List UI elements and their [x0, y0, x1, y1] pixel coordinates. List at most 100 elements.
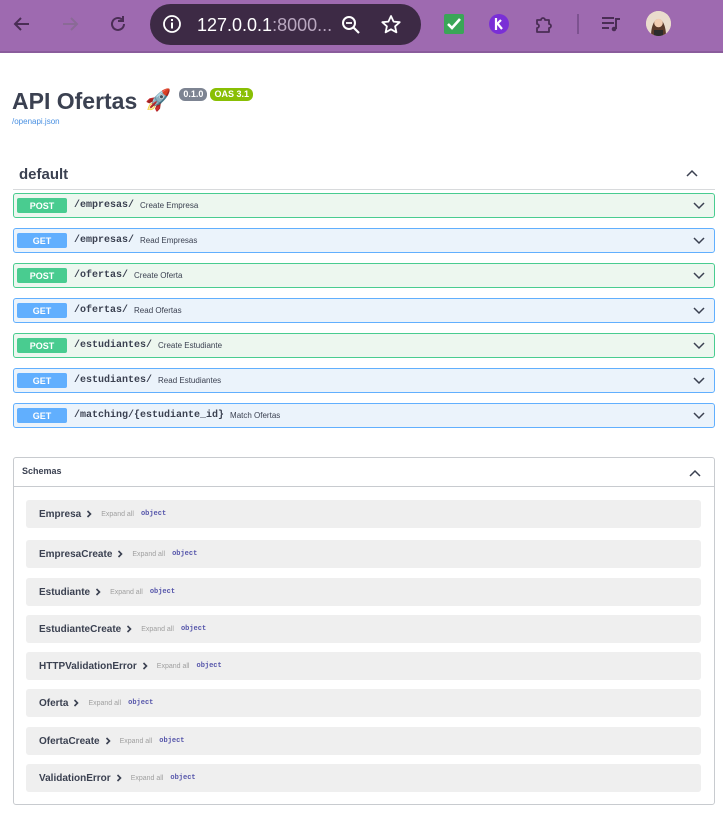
chevron-right-icon[interactable]: [85, 510, 93, 518]
default-section-header[interactable]: default: [13, 158, 715, 190]
openapi-json-link[interactable]: /openapi.json: [12, 117, 60, 126]
method-badge: POST: [17, 268, 67, 283]
rocket-emoji: 🚀: [145, 89, 172, 112]
chevron-down-icon[interactable]: [692, 374, 706, 388]
browser-toolbar: 127.0.0.1:8000...: [0, 0, 723, 53]
operation-summary: Read Ofertas: [134, 306, 182, 315]
chevron-down-icon[interactable]: [692, 234, 706, 248]
chevron-down-icon[interactable]: [692, 409, 706, 423]
operation-summary: Read Empresas: [140, 236, 198, 245]
chevron-down-icon[interactable]: [692, 304, 706, 318]
extension-check-icon[interactable]: [443, 13, 465, 35]
section-title: default: [19, 166, 69, 183]
operation-summary: Match Ofertas: [230, 411, 281, 420]
url-rest: :8000...: [272, 15, 333, 35]
chevron-up-icon[interactable]: [688, 466, 702, 480]
schema-name: Empresa: [39, 508, 82, 520]
expand-all-link[interactable]: Expand all: [88, 700, 121, 707]
chevron-up-icon[interactable]: [685, 166, 699, 180]
operation-row[interactable]: POST /ofertas/ Create Oferta: [13, 263, 715, 288]
operation-row[interactable]: GET /empresas/ Read Empresas: [13, 228, 715, 253]
url-text[interactable]: 127.0.0.1:8000...: [197, 15, 332, 36]
operation-path: /estudiantes/: [74, 340, 153, 351]
operation-row[interactable]: GET /estudiantes/ Read Estudiantes: [13, 368, 715, 393]
operation-path: /empresas/: [74, 235, 135, 246]
toolbar-separator: [577, 14, 579, 34]
method-badge: GET: [17, 408, 67, 423]
operation-path: /ofertas/: [74, 305, 129, 316]
chevron-right-icon[interactable]: [141, 662, 149, 670]
schema-name: Oferta: [39, 697, 69, 709]
chevron-down-icon[interactable]: [692, 199, 706, 213]
schema-type: object: [140, 510, 167, 518]
operation-summary: Read Estudiantes: [158, 376, 222, 385]
operation-row[interactable]: POST /empresas/ Create Empresa: [13, 193, 715, 218]
profile-avatar[interactable]: [646, 11, 671, 36]
operation-path: /matching/{estudiante_id}: [74, 410, 225, 421]
expand-all-link[interactable]: Expand all: [132, 551, 165, 558]
schema-type: object: [159, 737, 185, 745]
chevron-down-icon[interactable]: [692, 339, 706, 353]
chevron-right-icon[interactable]: [125, 625, 133, 633]
expand-all-link[interactable]: Expand all: [101, 511, 134, 518]
bookmark-star-icon[interactable]: [379, 13, 403, 37]
reload-icon[interactable]: [106, 12, 130, 36]
method-badge: GET: [17, 303, 67, 318]
schema-model[interactable]: Empresa Expand all object: [26, 500, 701, 528]
schema-model[interactable]: HTTPValidationError Expand all object: [26, 652, 701, 680]
schema-type: object: [149, 588, 176, 596]
expand-all-link[interactable]: Expand all: [157, 663, 190, 670]
schemas-title: Schemas: [22, 466, 62, 476]
back-icon[interactable]: [10, 12, 34, 36]
operation-row[interactable]: POST /estudiantes/ Create Estudiante: [13, 333, 715, 358]
schema-model[interactable]: OfertaCreate Expand all object: [26, 727, 701, 755]
schema-model[interactable]: EstudianteCreate Expand all object: [26, 615, 701, 643]
schema-name: EmpresaCreate: [39, 548, 113, 560]
version-badge: 0.1.0: [179, 88, 208, 101]
schema-name: OfertaCreate: [39, 735, 100, 747]
method-badge: POST: [17, 198, 67, 213]
schemas-header[interactable]: Schemas: [14, 458, 714, 487]
schema-model[interactable]: EmpresaCreate Expand all object: [26, 540, 701, 568]
schema-type: object: [196, 662, 222, 670]
api-title-row: API Ofertas 🚀 0.1.0 OAS 3.1: [12, 86, 253, 116]
schema-model[interactable]: Oferta Expand all object: [26, 689, 701, 717]
expand-all-link[interactable]: Expand all: [110, 589, 143, 596]
operation-summary: Create Estudiante: [158, 341, 223, 350]
expand-all-link[interactable]: Expand all: [141, 626, 174, 633]
site-info-icon[interactable]: [162, 14, 182, 34]
url-host: 127.0.0.1: [197, 15, 273, 35]
method-badge: POST: [17, 338, 67, 353]
chevron-right-icon[interactable]: [116, 550, 124, 558]
page-title: API Ofertas: [12, 88, 138, 114]
schema-name: ValidationError: [39, 772, 111, 784]
extension-k-icon[interactable]: [488, 13, 510, 35]
chevron-right-icon[interactable]: [94, 588, 102, 596]
schema-type: object: [170, 774, 196, 782]
oas-badge: OAS 3.1: [210, 88, 253, 101]
expand-all-link[interactable]: Expand all: [120, 738, 153, 745]
operation-summary: Create Empresa: [140, 201, 199, 210]
media-queue-icon[interactable]: [600, 13, 622, 35]
chevron-right-icon[interactable]: [104, 737, 112, 745]
operation-path: /empresas/: [74, 200, 135, 211]
extensions-puzzle-icon[interactable]: [533, 13, 555, 35]
schema-name: EstudianteCreate: [39, 623, 122, 635]
schema-name: Estudiante: [39, 586, 91, 598]
chevron-right-icon[interactable]: [72, 699, 80, 707]
method-badge: GET: [17, 373, 67, 388]
operation-summary: Create Oferta: [134, 271, 183, 280]
schema-type: object: [128, 699, 154, 707]
schema-model[interactable]: Estudiante Expand all object: [26, 578, 701, 606]
operation-row[interactable]: GET /matching/{estudiante_id} Match Ofer…: [13, 403, 715, 428]
zoom-icon[interactable]: [340, 14, 362, 36]
operation-row[interactable]: GET /ofertas/ Read Ofertas: [13, 298, 715, 323]
forward-icon[interactable]: [58, 12, 82, 36]
expand-all-link[interactable]: Expand all: [131, 775, 164, 782]
chevron-right-icon[interactable]: [115, 774, 123, 782]
chevron-down-icon[interactable]: [692, 269, 706, 283]
operation-path: /ofertas/: [74, 270, 129, 281]
address-bar[interactable]: 127.0.0.1:8000...: [150, 4, 421, 45]
schema-model[interactable]: ValidationError Expand all object: [26, 764, 701, 792]
schema-type: object: [180, 625, 207, 633]
